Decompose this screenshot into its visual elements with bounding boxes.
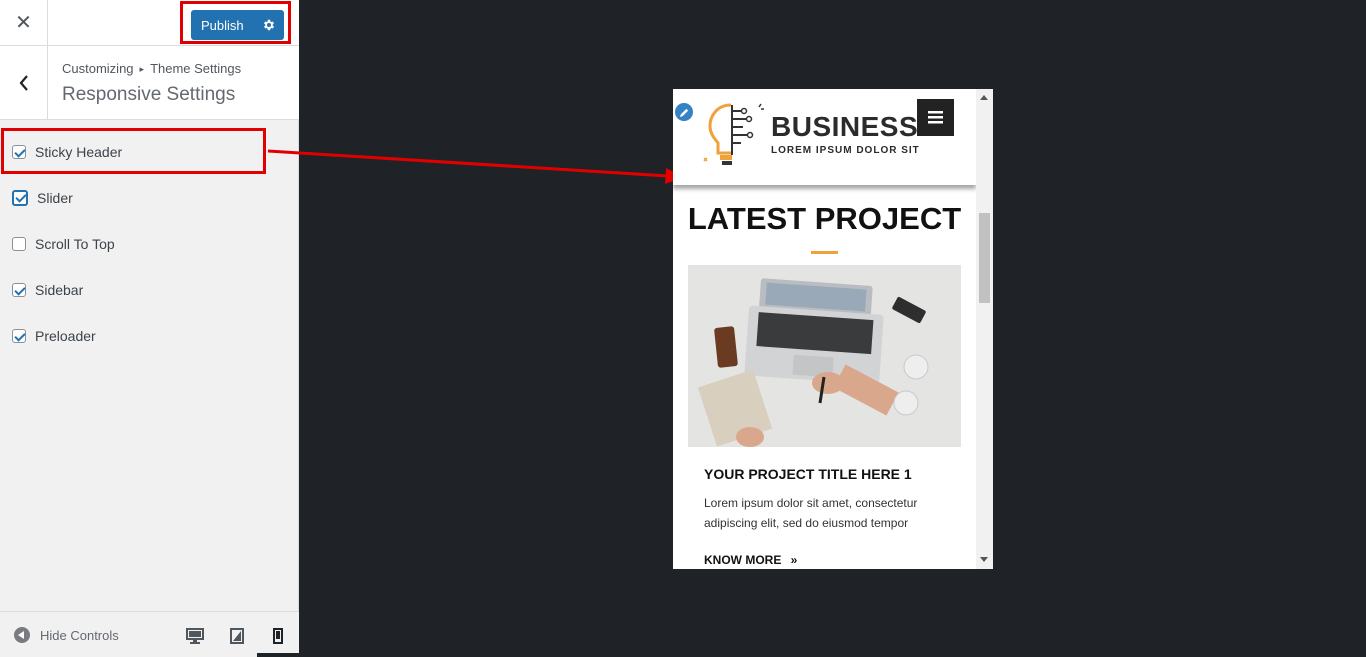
heading-underline (811, 251, 838, 254)
project-image[interactable] (688, 265, 961, 447)
know-more-label: KNOW MORE (704, 553, 782, 567)
site-preview-frame[interactable]: BUSINESS LOREM IPSUM DOLOR SIT LATEST PR… (673, 89, 993, 569)
edit-shortcut-button[interactable] (673, 101, 695, 123)
hamburger-icon (928, 111, 943, 124)
site-tagline: LOREM IPSUM DOLOR SIT (771, 145, 920, 156)
know-more-link[interactable]: KNOW MORE » (704, 553, 797, 567)
hamburger-menu-button[interactable] (917, 99, 954, 136)
scroll-up-arrow-icon[interactable] (980, 95, 988, 100)
latest-project-heading: LATEST PROJECT (687, 201, 962, 236)
lightbulb-logo-icon (701, 101, 767, 172)
double-chevron-right-icon: » (790, 553, 798, 567)
project-description: Lorem ipsum dolor sit amet, consectetur … (704, 496, 918, 530)
preview-scrollbar[interactable] (976, 89, 993, 569)
site-header: BUSINESS LOREM IPSUM DOLOR SIT (673, 89, 976, 185)
pencil-icon (679, 108, 688, 117)
scrollbar-thumb[interactable] (979, 213, 990, 303)
site-brand-name: BUSINESS (771, 111, 919, 142)
scroll-down-arrow-icon[interactable] (980, 557, 988, 562)
project-title[interactable]: YOUR PROJECT TITLE HERE 1 (704, 466, 912, 482)
